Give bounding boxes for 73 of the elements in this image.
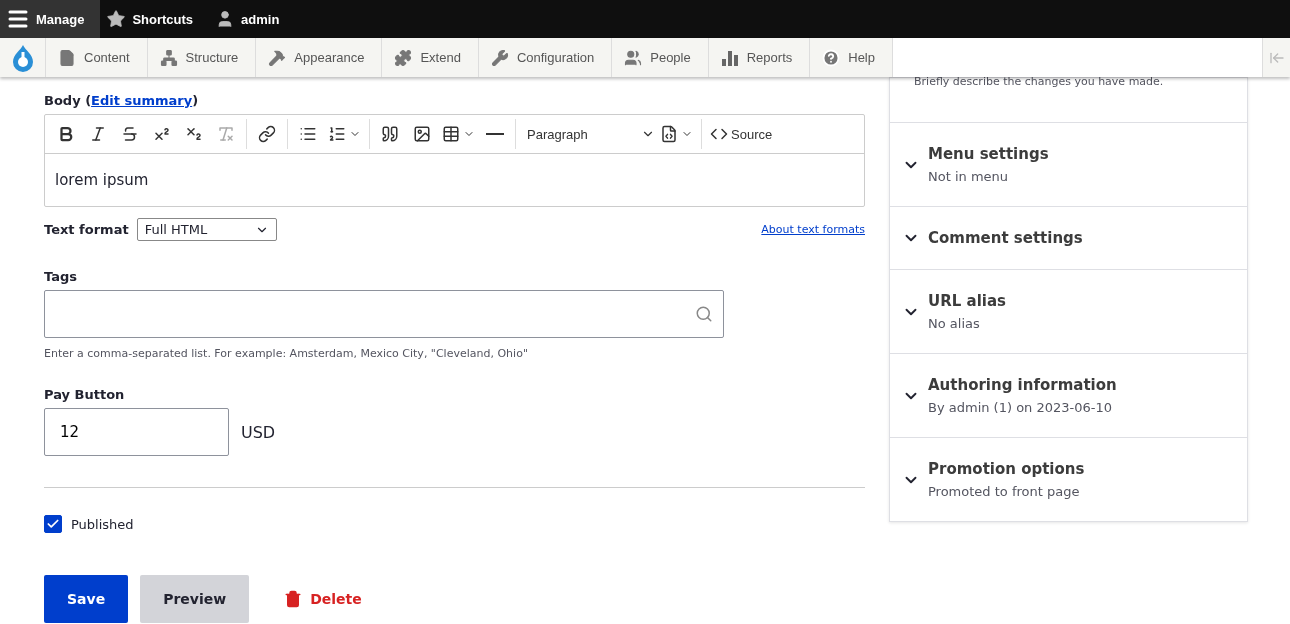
- hammer-icon: [268, 48, 287, 67]
- nav-item[interactable]: Content: [46, 38, 148, 77]
- toolbar-tab[interactable]: Manage: [0, 0, 101, 38]
- save-button[interactable]: Save: [44, 575, 129, 623]
- section-title: Authoring information: [928, 376, 1117, 394]
- published-checkbox[interactable]: [44, 515, 62, 533]
- section-summary: Promoted to front page: [928, 484, 1081, 499]
- accordion-section[interactable]: URL alias No alias: [890, 269, 1247, 353]
- table-icon: [442, 125, 460, 143]
- code-block-icon: [660, 125, 678, 143]
- section-summary: Not in menu: [928, 169, 1010, 184]
- field-hint: Enter a comma-separated list. For example: Amsterdam, Mexico City, "Cleveland, Ohio": [44, 347, 529, 360]
- section-summary: No alias: [928, 316, 981, 331]
- bar-chart-icon: [720, 48, 739, 67]
- toolbar-tab[interactable]: admin: [209, 0, 296, 38]
- preview-button[interactable]: Preview: [140, 575, 250, 623]
- checkbox-label: Published: [71, 516, 134, 532]
- puzzle-icon: [394, 48, 413, 67]
- accordion-section[interactable]: Menu settings Not in menu: [890, 122, 1247, 206]
- delete-button[interactable]: Delete: [261, 575, 385, 623]
- document-icon: [58, 48, 76, 67]
- accordion-section[interactable]: Comment settings: [890, 206, 1247, 269]
- people-icon: [624, 48, 643, 67]
- toolbar-tab[interactable]: Shortcuts: [100, 0, 210, 38]
- field-label: Body (: [44, 93, 92, 108]
- hierarchy-icon: [159, 48, 178, 67]
- revision-hint: Briefly describe the changes you have made.: [913, 75, 1165, 90]
- bold-icon: [57, 125, 75, 143]
- star-icon: [106, 9, 127, 29]
- text-format-select[interactable]: Full HTML: [136, 218, 277, 241]
- strikethrough-icon: [121, 125, 139, 143]
- about-text-formats-link[interactable]: About text formats: [761, 223, 865, 236]
- subscript-icon: [185, 125, 203, 143]
- nav-item[interactable]: Appearance: [256, 38, 383, 77]
- nav-item[interactable]: Configuration: [478, 38, 613, 77]
- horizontal-line-icon: [486, 133, 504, 135]
- link-icon: [258, 125, 276, 143]
- currency-label: USD: [241, 422, 276, 442]
- remove-format-icon: [217, 125, 235, 143]
- quote-icon: [381, 125, 399, 143]
- image-icon: [413, 125, 431, 143]
- field-label: ): [192, 93, 199, 108]
- wrench-icon: [490, 48, 509, 67]
- paragraph-dropdown[interactable]: Paragraph: [521, 119, 655, 149]
- accordion-section[interactable]: Authoring information By admin (1) on 2023-06-10: [890, 353, 1247, 437]
- edit-summary-link[interactable]: Edit summary: [91, 93, 193, 108]
- drop-logo-icon[interactable]: [10, 43, 35, 72]
- nav-item[interactable]: Help: [810, 38, 893, 77]
- nav-item[interactable]: Reports: [708, 38, 811, 77]
- bulleted-list-icon: [299, 125, 317, 143]
- section-title: Comment settings: [928, 229, 1083, 247]
- section-title: Promotion options: [928, 460, 1085, 478]
- section-title: Menu settings: [928, 145, 1049, 163]
- check-icon: [46, 517, 60, 531]
- section-title: URL alias: [928, 292, 1006, 310]
- tags-input-field[interactable]: [44, 290, 724, 338]
- editor-text[interactable]: lorem ipsum: [45, 154, 864, 206]
- amount-input-field[interactable]: 12: [44, 408, 229, 456]
- nav-item[interactable]: Extend: [382, 38, 479, 77]
- source-button[interactable]: Source: [707, 119, 776, 149]
- accordion-section[interactable]: Promotion options Promoted to front page: [890, 437, 1247, 521]
- search-icon: [695, 305, 713, 323]
- section-summary: By admin (1) on 2023-06-10: [928, 400, 1114, 415]
- italic-icon: [89, 125, 107, 143]
- trash-icon: [284, 590, 303, 608]
- numbered-list-icon: [328, 125, 346, 143]
- nav-item[interactable]: People: [612, 38, 709, 77]
- field-label: Text format: [44, 222, 129, 237]
- help-icon: [822, 48, 841, 67]
- nav-item[interactable]: Structure: [147, 38, 257, 77]
- field-label: Tags: [44, 269, 78, 284]
- superscript-icon: [153, 125, 171, 143]
- field-label: Pay Button: [44, 387, 126, 402]
